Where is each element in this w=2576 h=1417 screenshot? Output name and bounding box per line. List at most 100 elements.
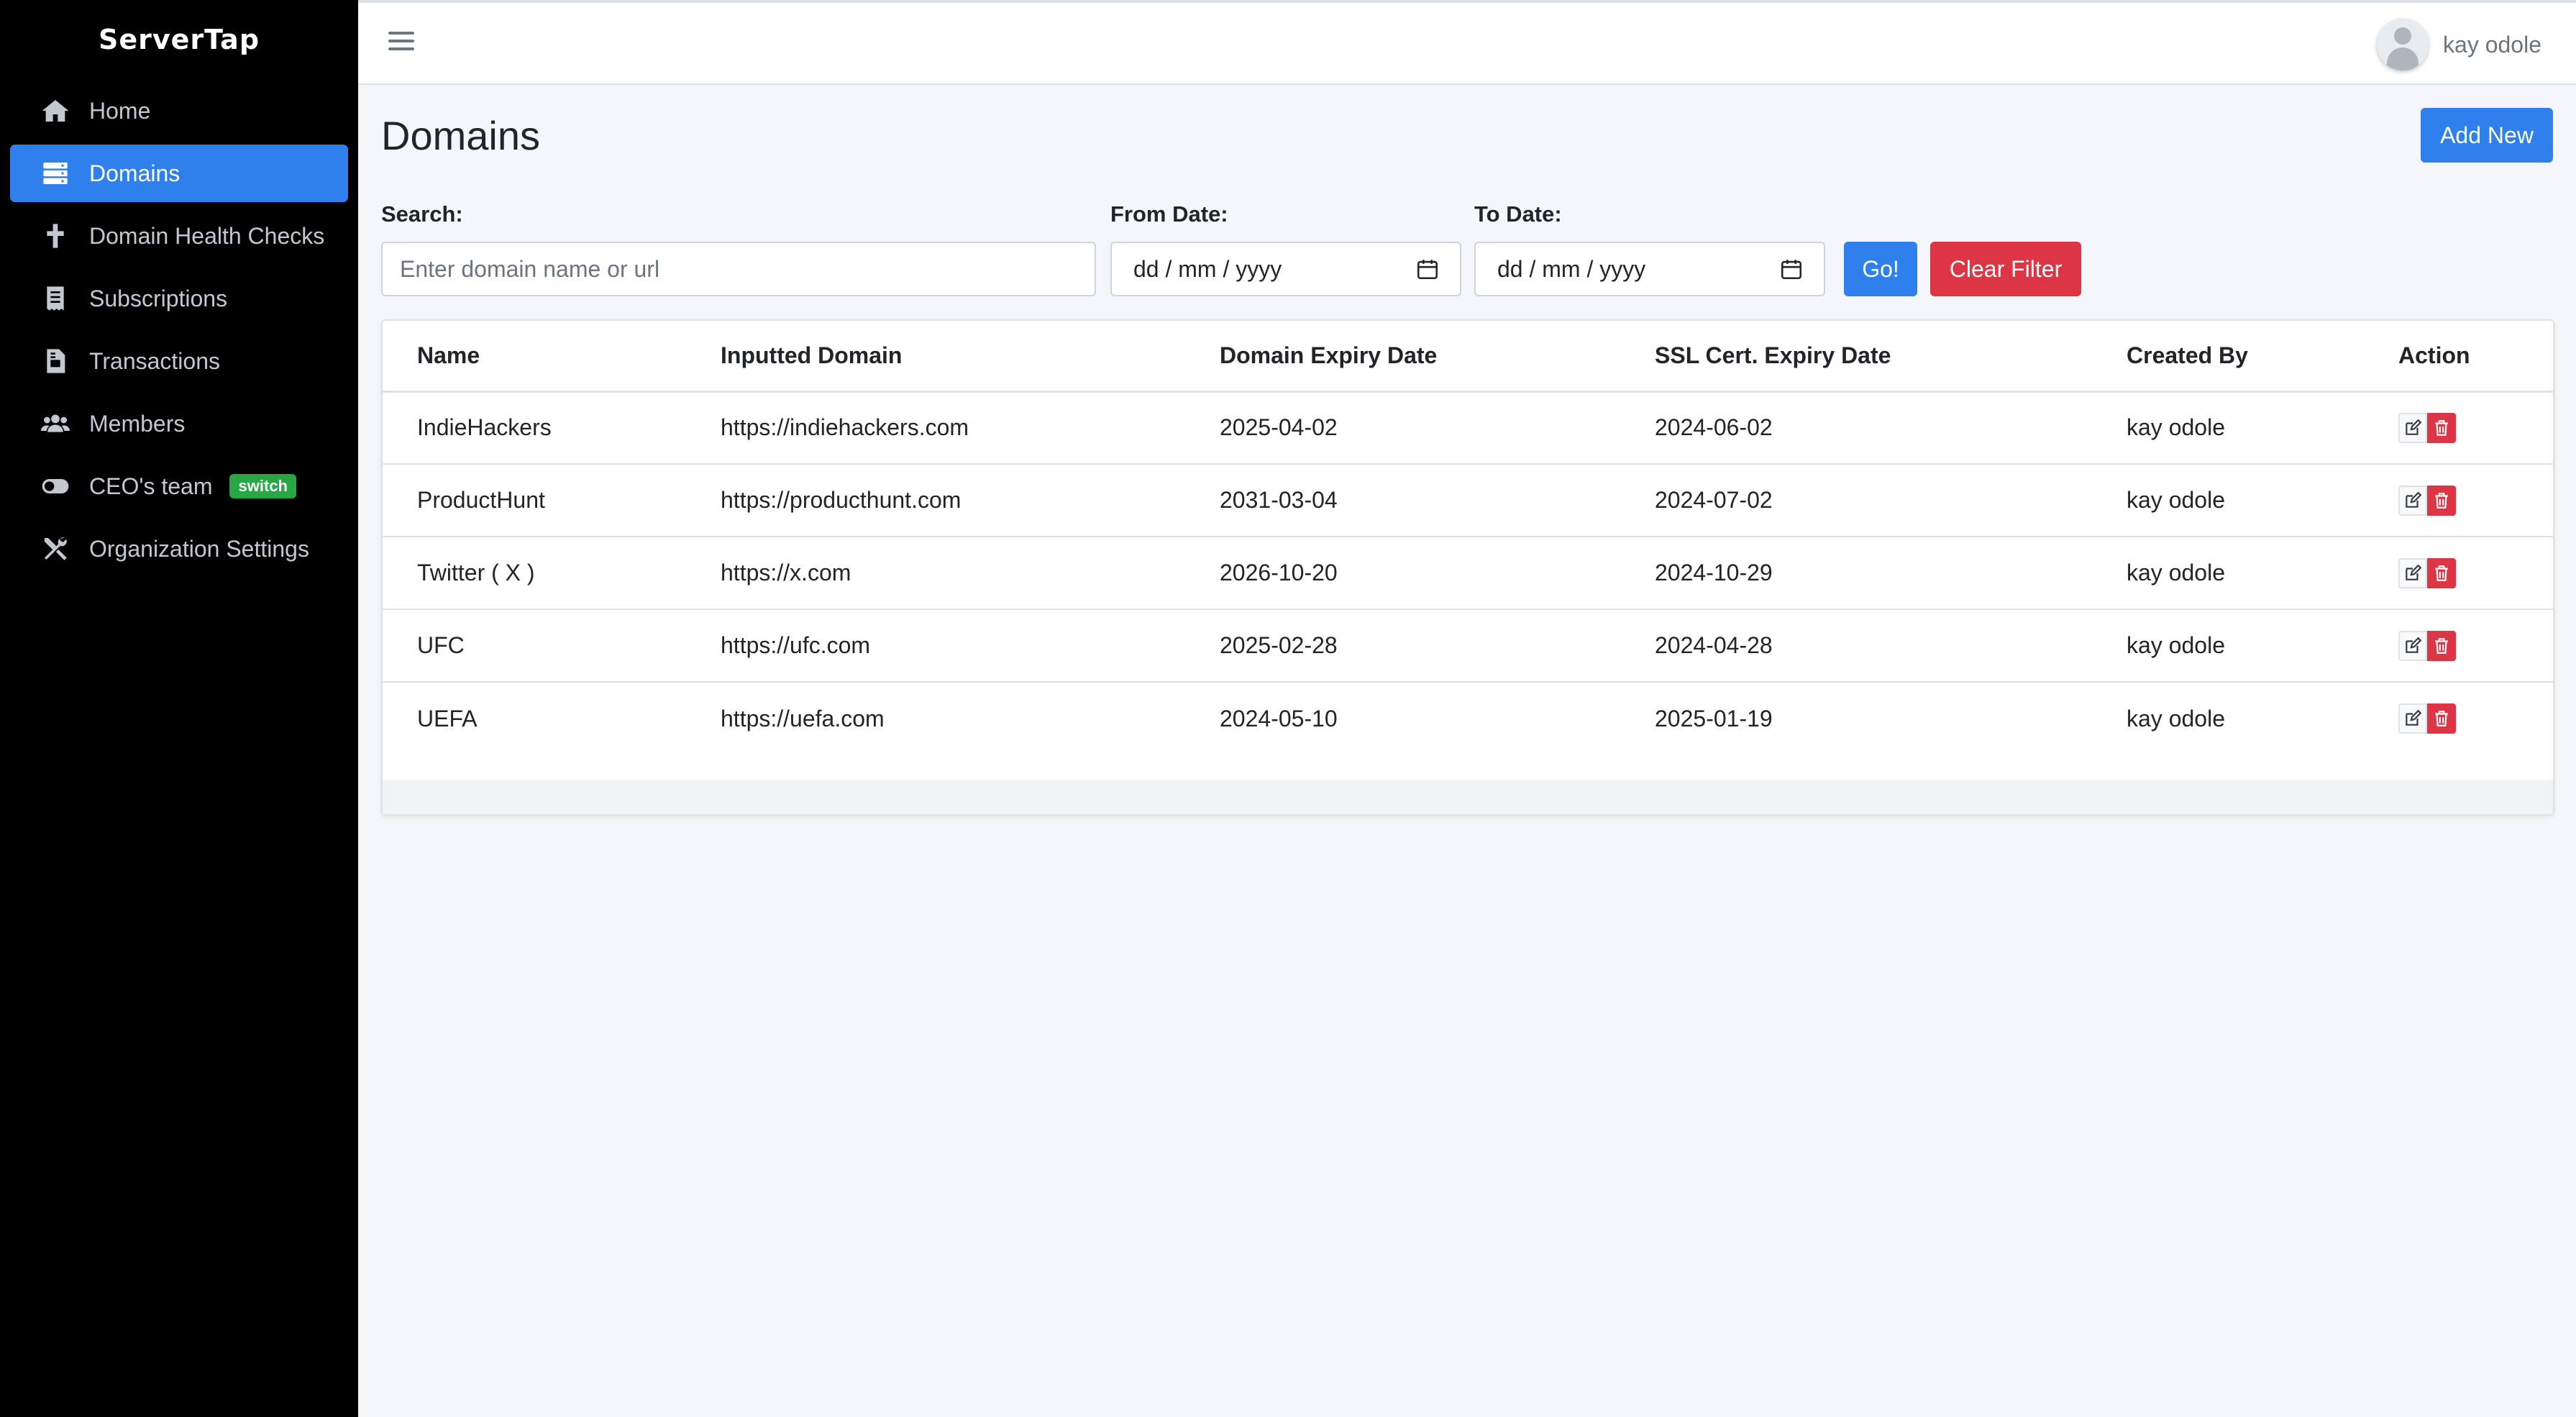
user-name[interactable]: kay odole <box>2443 32 2541 58</box>
cell-created-by: kay odole <box>2092 537 2364 610</box>
from-date-label: From Date: <box>1110 201 1228 227</box>
edit-icon[interactable] <box>2398 485 2427 516</box>
user-menu[interactable]: kay odole <box>2377 19 2541 70</box>
cell-action <box>2364 464 2553 537</box>
main-content: Domains Add New Search: From Date: dd / … <box>358 85 2576 1417</box>
to-date-value: dd / mm / yyyy <box>1497 255 1646 282</box>
cell-ssl-expiry: 2024-10-29 <box>1620 537 2092 610</box>
delete-icon[interactable] <box>2427 630 2456 661</box>
cell-domain-expiry: 2025-04-02 <box>1185 391 1620 465</box>
table-row: ProductHunt https://producthunt.com 2031… <box>383 464 2553 537</box>
edit-icon[interactable] <box>2398 630 2427 661</box>
cell-created-by: kay odole <box>2092 609 2364 683</box>
sidebar-item-domain-health-checks[interactable]: Domain Health Checks <box>10 207 348 265</box>
cell-action <box>2364 609 2553 683</box>
brand-logo[interactable]: ServerTap <box>0 0 358 79</box>
sidebar-item-label: Members <box>89 410 186 437</box>
clear-filter-button[interactable]: Clear Filter <box>1930 242 2081 296</box>
edit-icon[interactable] <box>2398 557 2427 588</box>
table-header-row: Name Inputted Domain Domain Expiry Date … <box>383 321 2553 393</box>
edit-icon[interactable] <box>2398 412 2427 443</box>
calendar-icon[interactable] <box>1779 257 1804 281</box>
cell-created-by: kay odole <box>2092 464 2364 537</box>
home-icon <box>39 96 72 125</box>
cell-domain-expiry: 2024-05-10 <box>1220 705 1338 732</box>
table-row: IndieHackers https://indiehackers.com 20… <box>383 391 2553 465</box>
sidebar-item-transactions[interactable]: Transactions <box>10 332 348 390</box>
sidebar-item-label: Organization Settings <box>89 535 309 562</box>
sidebar-item-label: Domains <box>89 160 181 186</box>
column-header-ssl-expiry: SSL Cert. Expiry Date <box>1620 321 2092 393</box>
domains-table-card: Name Inputted Domain Domain Expiry Date … <box>381 319 2554 816</box>
cell-domain-expiry: 2025-02-28 <box>1185 609 1620 683</box>
cell-name: UEFA <box>417 705 478 732</box>
sidebar-item-home[interactable]: Home <box>10 82 348 140</box>
cell-ssl-expiry: 2024-07-02 <box>1620 464 2092 537</box>
invoice-icon <box>39 347 72 375</box>
go-button[interactable]: Go! <box>1844 242 1917 296</box>
receipt-icon <box>39 284 72 313</box>
cell-ssl-expiry: 2024-04-28 <box>1620 609 2092 683</box>
calendar-icon[interactable] <box>1415 257 1440 281</box>
delete-icon[interactable] <box>2427 412 2456 443</box>
sidebar-item-members[interactable]: Members <box>10 395 348 452</box>
cross-icon <box>39 222 72 250</box>
page-title: Domains <box>381 113 540 158</box>
delete-icon[interactable] <box>2427 703 2456 734</box>
cell-action <box>2364 682 2553 755</box>
cell-name: UFC <box>383 609 686 683</box>
search-input[interactable] <box>381 242 1096 296</box>
menu-toggle-icon[interactable] <box>388 32 414 53</box>
domains-table: Name Inputted Domain Domain Expiry Date … <box>383 321 2553 755</box>
top-navbar: kay odole <box>358 0 2576 85</box>
sidebar-item-subscriptions[interactable]: Subscriptions <box>10 270 348 327</box>
sidebar-item-domains[interactable]: Domains <box>10 145 348 202</box>
cell-domain: https://uefa.com <box>721 705 885 732</box>
search-label: Search: <box>381 201 463 227</box>
cell-domain-expiry: 2026-10-20 <box>1185 537 1620 610</box>
table-row: Twitter ( X ) https://x.com 2026-10-20 2… <box>383 537 2553 610</box>
table-row: UEFA https://uefa.com 2024-05-10 2025-01… <box>383 682 2553 755</box>
to-date-input[interactable]: dd / mm / yyyy <box>1474 242 1825 296</box>
edit-icon[interactable] <box>2398 703 2427 734</box>
to-date-label: To Date: <box>1474 201 1562 227</box>
column-header-created-by: Created By <box>2092 321 2364 393</box>
sidebar-item-label: Transactions <box>89 347 220 374</box>
sidebar-nav: Home Domains Domain Health Checks Subscr… <box>0 79 358 578</box>
server-icon <box>39 159 72 188</box>
cell-domain: https://producthunt.com <box>686 464 1185 537</box>
cell-name: Twitter ( X ) <box>383 537 686 610</box>
from-date-input[interactable]: dd / mm / yyyy <box>1110 242 1461 296</box>
cell-domain: https://ufc.com <box>686 609 1185 683</box>
cell-name: ProductHunt <box>383 464 686 537</box>
cell-domain-expiry: 2031-03-04 <box>1185 464 1620 537</box>
cell-domain: https://x.com <box>686 537 1185 610</box>
column-header-name: Name <box>383 321 686 393</box>
sidebar-item-label: CEO's team <box>89 473 213 499</box>
cell-created-by: kay odole <box>2127 705 2225 732</box>
cell-created-by: kay odole <box>2092 391 2364 465</box>
sidebar-item-label: Domain Health Checks <box>89 222 325 249</box>
sidebar-item-ceos-team[interactable]: CEO's team switch <box>10 457 348 515</box>
app: ServerTap Home Domains Domain Health Che… <box>0 0 2576 1417</box>
cell-name: IndieHackers <box>383 391 686 465</box>
delete-icon[interactable] <box>2427 557 2456 588</box>
table-footer <box>383 780 2553 814</box>
avatar[interactable] <box>2377 19 2429 70</box>
sidebar-item-label: Home <box>89 97 151 124</box>
sidebar-item-label: Subscriptions <box>89 285 228 311</box>
column-header-domain-expiry: Domain Expiry Date <box>1185 321 1620 393</box>
cell-domain: https://indiehackers.com <box>686 391 1185 465</box>
sidebar-item-organization-settings[interactable]: Organization Settings <box>10 520 348 578</box>
column-header-inputted-domain: Inputted Domain <box>686 321 1185 393</box>
delete-icon[interactable] <box>2427 485 2456 516</box>
switch-badge[interactable]: switch <box>229 474 296 498</box>
users-icon <box>39 409 72 438</box>
add-new-button[interactable]: Add New <box>2421 108 2553 163</box>
table-row: UFC https://ufc.com 2025-02-28 2024-04-2… <box>383 609 2553 683</box>
cell-ssl-expiry: 2024-06-02 <box>1620 391 2092 465</box>
sidebar: ServerTap Home Domains Domain Health Che… <box>0 0 358 1417</box>
cell-ssl-expiry: 2025-01-19 <box>1655 705 1773 732</box>
cell-action <box>2364 391 2553 465</box>
cell-action <box>2364 537 2553 610</box>
